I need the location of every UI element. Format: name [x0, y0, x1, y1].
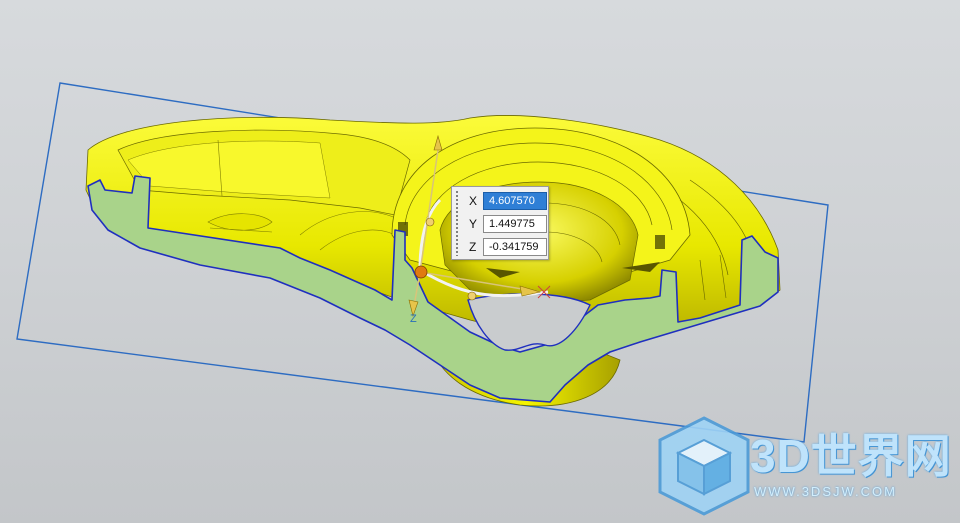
coord-x-label: X — [469, 194, 478, 208]
coord-y-field[interactable]: 1.449775 — [483, 215, 547, 233]
coord-z-field[interactable]: -0.341759 — [483, 238, 547, 256]
coord-row-z: Z -0.341759 — [463, 237, 548, 257]
coord-row-y: Y 1.449775 — [463, 214, 548, 234]
coord-z-label: Z — [469, 240, 477, 254]
coord-row-x: X 4.607570 — [463, 191, 548, 211]
coordinate-input-panel[interactable]: X 4.607570 Y 1.449775 Z -0.341759 — [451, 186, 549, 260]
watermark: 3D世界网 WWW.3DSJW.COM — [656, 414, 956, 518]
watermark-subtitle: WWW.3DSJW.COM — [754, 484, 897, 499]
coord-y-label: Y — [469, 217, 478, 231]
triad-axis-label: Z — [410, 313, 417, 325]
graphics-viewport[interactable]: Z X 4.607570 Y 1.449775 Z -0.341759 3D世界… — [0, 0, 960, 523]
panel-drag-handle[interactable] — [455, 190, 459, 256]
coord-x-field[interactable]: 4.607570 — [483, 192, 547, 210]
watermark-title: 3D世界网 — [750, 430, 952, 482]
